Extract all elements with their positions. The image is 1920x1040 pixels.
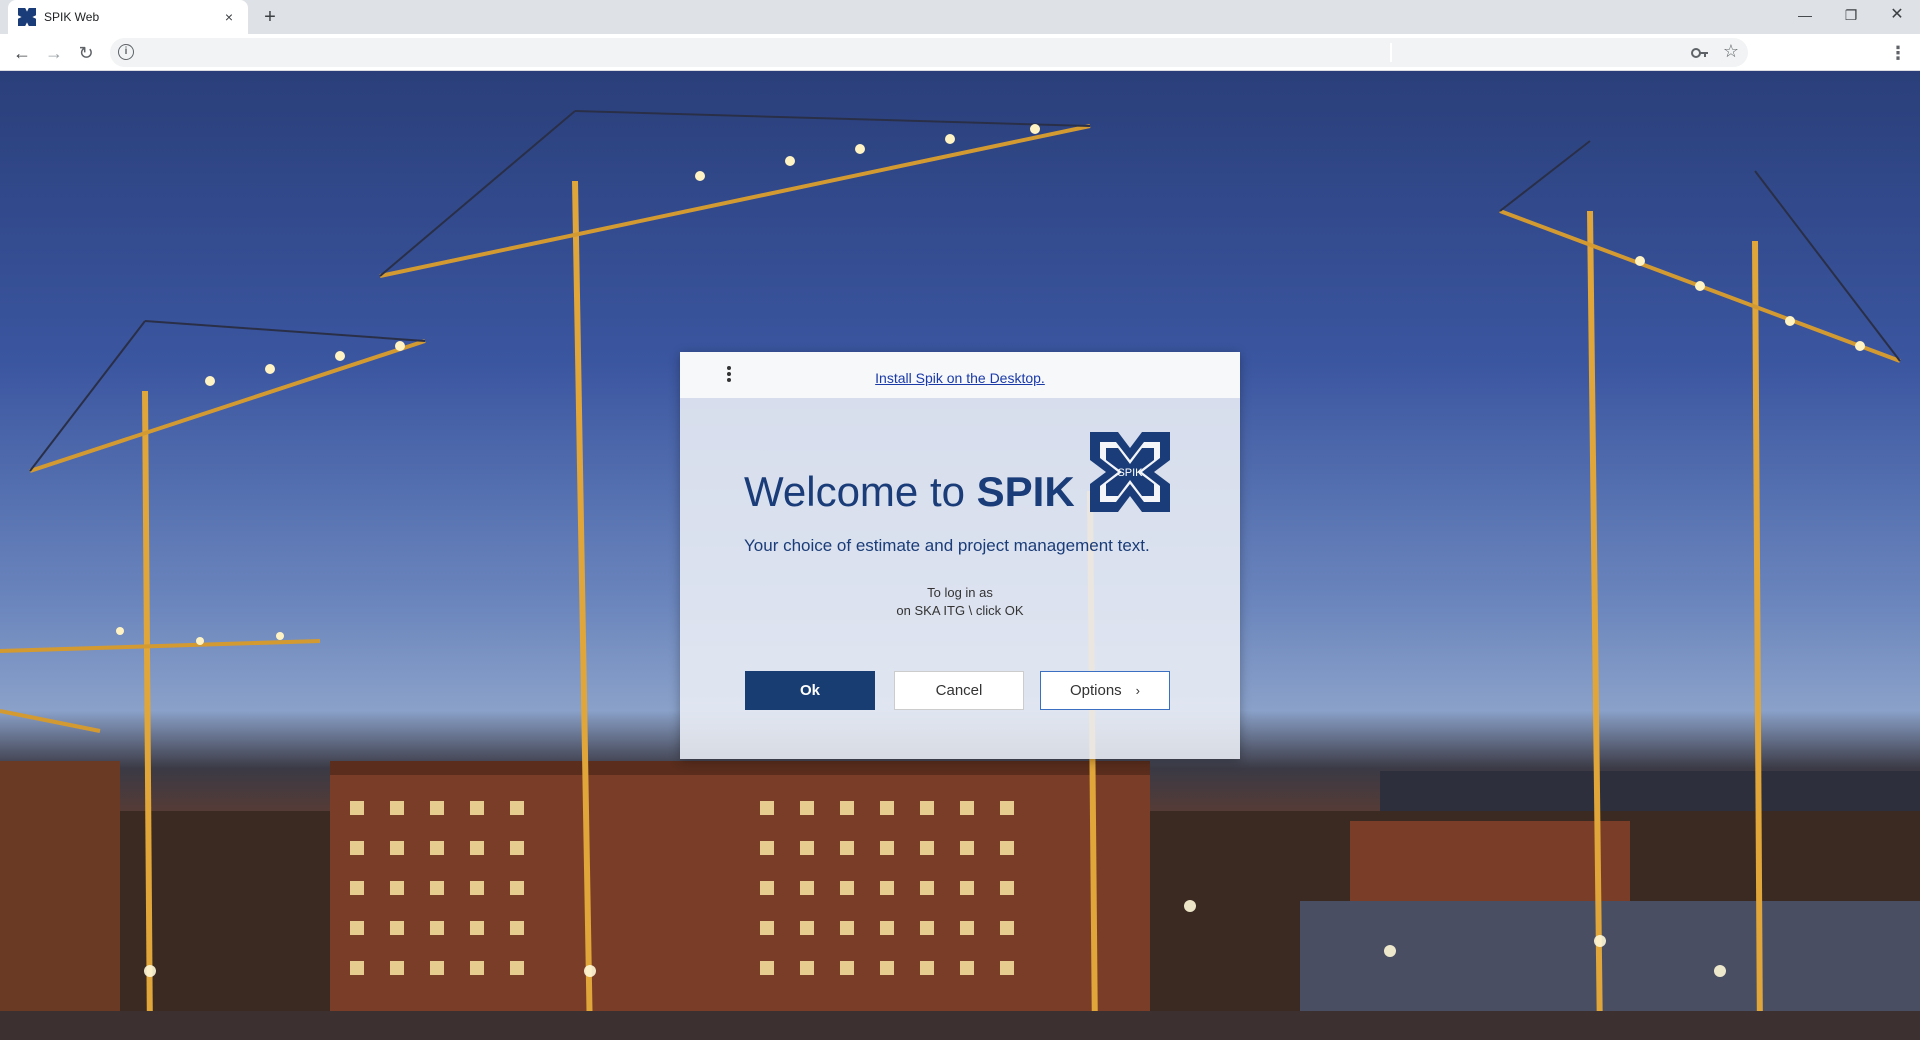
tab-close-icon[interactable]: × [220, 8, 238, 26]
reload-icon[interactable]: ↻ [74, 41, 98, 65]
cancel-button[interactable]: Cancel [894, 671, 1024, 710]
browser-tab[interactable]: SPIK Web × [8, 0, 248, 34]
spik-logo-icon: SPIK [1090, 432, 1170, 512]
options-label: Options [1069, 682, 1122, 699]
tagline: Your choice of estimate and project mana… [744, 536, 1150, 555]
logo-text: SPIK [1117, 467, 1143, 479]
address-bar[interactable]: i ☆ [110, 38, 1748, 67]
forward-arrow-icon[interactable]: → [42, 41, 66, 65]
dialog-header: Install Spik on the Desktop. [680, 352, 1240, 398]
key-icon[interactable] [1690, 43, 1710, 63]
welcome-dialog: Install Spik on the Desktop. Welcome to … [680, 352, 1240, 759]
welcome-prefix: Welcome to [744, 468, 977, 515]
welcome-brand: SPIK [976, 468, 1075, 515]
back-arrow-icon[interactable]: ← [10, 41, 34, 65]
spik-favicon-icon [18, 8, 36, 26]
browser-tab-bar: SPIK Web × + — ❐ ✕ [0, 0, 1920, 34]
info-icon[interactable]: i [118, 44, 134, 60]
page-background: Install Spik on the Desktop. Welcome to … [0, 71, 1920, 1040]
omnibox-divider [1390, 43, 1392, 62]
install-desktop-link[interactable]: Install Spik on the Desktop. [680, 370, 1240, 386]
star-icon[interactable]: ☆ [1720, 40, 1742, 62]
window-minimize-button[interactable]: — [1782, 0, 1828, 30]
browser-toolbar: ← → ↻ i ☆ ⋮ [0, 34, 1920, 71]
ok-button[interactable]: Ok [745, 671, 875, 710]
window-maximize-button[interactable]: ❐ [1828, 0, 1874, 30]
window-close-button[interactable]: ✕ [1874, 0, 1920, 30]
tab-title: SPIK Web [44, 10, 100, 24]
welcome-title: Welcome to SPIK [744, 468, 1075, 516]
chevron-right-icon: › [1135, 683, 1141, 698]
new-tab-button[interactable]: + [258, 5, 282, 29]
login-info-line1: To log in as [927, 585, 993, 600]
login-info: To log in as on SKA ITG \ click OK [680, 584, 1240, 620]
login-info-line2: on SKA ITG \ click OK [896, 603, 1024, 618]
browser-menu-icon[interactable]: ⋮ [1888, 41, 1908, 65]
options-button[interactable]: Options › [1040, 671, 1170, 710]
